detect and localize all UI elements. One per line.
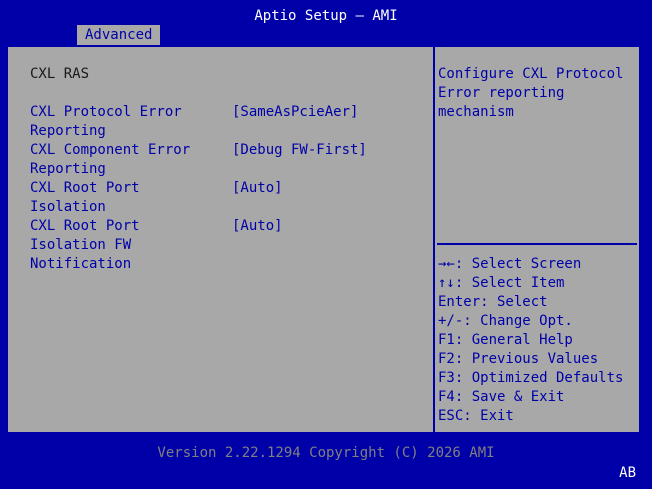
key-hint-f4: F4: Save & Exit: [438, 389, 565, 405]
setting-label: Reporting: [30, 123, 106, 139]
setting-label: CXL Root Port: [30, 218, 140, 234]
setting-label: CXL Component Error: [30, 142, 191, 158]
key-hint-f2: F2: Previous Values: [438, 351, 599, 367]
setting-label: Reporting: [30, 161, 106, 177]
key-hint-f3: F3: Optimized Defaults: [438, 370, 624, 386]
key-hint-select-screen: →←: Select Screen: [438, 256, 582, 272]
setting-label: Notification: [30, 256, 132, 272]
setting-value[interactable]: [Auto]: [232, 179, 283, 198]
setting-value[interactable]: [Auto]: [232, 217, 283, 236]
setting-label: CXL Protocol Error: [30, 104, 182, 120]
key-hint-change-opt: +/-: Change Opt.: [438, 313, 573, 329]
ab-badge: AB: [619, 465, 636, 481]
key-hint-f1: F1: General Help: [438, 332, 573, 348]
help-text-line: mechanism: [438, 104, 514, 120]
key-hint-enter: Enter: Select: [438, 294, 548, 310]
section-title: CXL RAS: [30, 66, 90, 82]
help-text-line: Configure CXL Protocol: [438, 66, 624, 82]
help-divider-horizontal: [437, 243, 637, 245]
setting-value[interactable]: [SameAsPcieAer]: [232, 103, 358, 122]
window-title: Aptio Setup – AMI: [254, 8, 398, 24]
tab-advanced[interactable]: Advanced: [77, 25, 161, 45]
help-text-line: Error reporting: [438, 85, 565, 101]
main-panel: CXL RAS CXL Protocol Error Reporting [Sa…: [6, 45, 641, 434]
panel-divider-vertical: [433, 47, 435, 432]
setting-label: Isolation FW: [30, 237, 132, 253]
version-footer: Version 2.22.1294 Copyright (C) 2026 AMI: [157, 445, 495, 461]
setting-value[interactable]: [Debug FW-First]: [232, 141, 367, 160]
setting-label: CXL Root Port: [30, 180, 140, 196]
bios-screen: Aptio Setup – AMI Advanced CXL RAS CXL P…: [0, 0, 652, 489]
key-hint-esc: ESC: Exit: [438, 408, 514, 424]
setting-label: Isolation: [30, 199, 106, 215]
key-hint-select-item: ↑↓: Select Item: [438, 275, 565, 291]
